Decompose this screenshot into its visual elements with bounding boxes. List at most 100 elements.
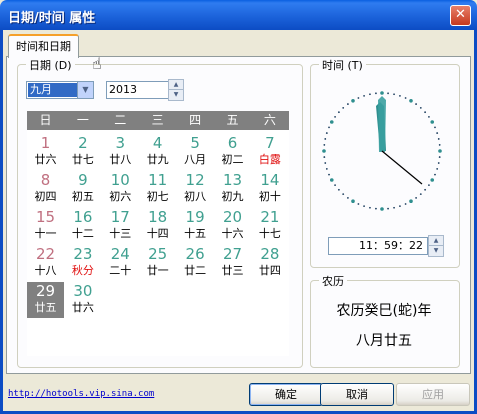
lunar-day: 白露 xyxy=(258,153,281,166)
day-number: 13 xyxy=(222,171,243,189)
calendar-day[interactable]: 25 廿一 xyxy=(139,245,176,281)
calendar-day[interactable]: 2 廿七 xyxy=(64,134,101,170)
year-input[interactable]: 2013 xyxy=(106,81,170,99)
spin-up-icon[interactable]: ▲ xyxy=(169,80,183,90)
clock-mark xyxy=(380,91,384,95)
calendar-day[interactable]: 19 十五 xyxy=(177,208,214,244)
clock-mark xyxy=(351,199,355,204)
spin-down-icon[interactable]: ▼ xyxy=(429,246,443,256)
calendar-day[interactable]: 26 廿二 xyxy=(177,245,214,281)
day-number: 9 xyxy=(78,171,88,189)
calendar-day[interactable]: 10 初六 xyxy=(102,171,139,207)
clock-mark xyxy=(347,197,349,199)
lunar-day: 十三 xyxy=(109,227,132,240)
clock-mark xyxy=(328,173,330,176)
calendar-day[interactable]: 17 十三 xyxy=(102,208,139,244)
tab-date-time[interactable]: 时间和日期 xyxy=(8,34,79,58)
calendar-day[interactable]: 29 廿五 xyxy=(27,282,64,318)
calendar-day[interactable]: 22 十八 xyxy=(27,245,64,281)
year-spinner[interactable]: ▲ ▼ xyxy=(168,79,184,101)
time-input[interactable]: 11：59：22 xyxy=(328,237,428,255)
clock-mark xyxy=(375,207,377,210)
lunar-day: 十二 xyxy=(71,227,94,240)
calendar-day[interactable]: 16 十二 xyxy=(64,208,101,244)
ok-button[interactable]: 确定 xyxy=(249,383,323,406)
calendar-day[interactable]: 18 十四 xyxy=(139,208,176,244)
day-number: 28 xyxy=(260,245,280,263)
calendar-grid: 1 廿六 2 廿七 3 廿八 4 廿九 5 八月 6 初二 7 白露 8 初四 9 初五 10 初六 11 初七 12 初八 1… xyxy=(27,130,289,356)
spin-down-icon[interactable]: ▼ xyxy=(169,90,183,100)
lunar-day: 廿三 xyxy=(221,264,244,277)
calendar-day[interactable]: 21 十七 xyxy=(251,208,288,244)
day-number: 5 xyxy=(190,134,200,152)
lunar-day: 二十 xyxy=(109,264,132,277)
calendar-day[interactable]: 15 十一 xyxy=(27,208,64,244)
day-number: 14 xyxy=(260,171,280,189)
calendar-day[interactable]: 30 廿六 xyxy=(64,282,101,318)
calendar-day[interactable]: 3 廿八 xyxy=(102,134,139,170)
lunar-day: 初八 xyxy=(184,190,207,203)
clock-mark xyxy=(399,205,401,208)
title-bar[interactable]: 日期/时间 属性 ✕ xyxy=(0,0,477,30)
clock-mark xyxy=(329,178,334,182)
clock-mark xyxy=(324,138,327,140)
calendar-day[interactable]: 14 初十 xyxy=(251,171,288,207)
clock-mark xyxy=(399,94,401,97)
lunar-day: 廿五 xyxy=(34,301,57,314)
clock-mark xyxy=(357,97,360,99)
calendar-day[interactable]: 24 二十 xyxy=(102,245,139,281)
weekday-label: 四 xyxy=(189,113,202,127)
calendar-day[interactable]: 13 初九 xyxy=(214,171,251,207)
cancel-button[interactable]: 取消 xyxy=(320,383,394,406)
clock-mark xyxy=(334,116,336,118)
calendar-day[interactable]: 27 廿三 xyxy=(214,245,251,281)
clock-mark xyxy=(438,149,442,153)
weekday-label: 一 xyxy=(76,113,89,127)
calendar-day[interactable]: 6 初二 xyxy=(214,134,251,170)
lunar-year: 农历癸巳(蛇)年 xyxy=(336,303,432,319)
close-button[interactable]: ✕ xyxy=(450,5,471,26)
weekday-label: 六 xyxy=(263,113,276,127)
clock-mark xyxy=(337,111,340,114)
calendar-day[interactable]: 7 白露 xyxy=(251,134,288,170)
clock-second-hand xyxy=(381,150,423,185)
calendar-day[interactable]: 9 初五 xyxy=(64,171,101,207)
day-number: 3 xyxy=(115,134,126,152)
calendar-day[interactable]: 1 廿六 xyxy=(27,134,64,170)
calendar-day[interactable]: 8 初四 xyxy=(27,171,64,207)
clock-mark xyxy=(351,98,355,103)
calendar-day[interactable]: 11 初七 xyxy=(139,171,176,207)
month-select[interactable]: 九月 ▼ xyxy=(26,81,94,99)
time-group-title: 时间 (T) xyxy=(319,57,366,73)
hand-cursor-icon: ☝ xyxy=(92,54,102,73)
lunar-day: 初七 xyxy=(146,190,169,203)
day-number: 22 xyxy=(35,245,56,263)
calendar-day[interactable]: 23 秋分 xyxy=(64,245,101,281)
clock-minute-hand xyxy=(378,96,386,152)
clock-mark xyxy=(409,98,413,103)
clock-mark xyxy=(409,199,413,204)
time-spinner[interactable]: ▲ ▼ xyxy=(428,235,444,257)
clock-mark xyxy=(324,162,327,164)
day-number: 10 xyxy=(110,171,130,189)
website-link[interactable]: http://hotools.vip.sina.com xyxy=(8,389,154,399)
calendar-day[interactable]: 28 廿四 xyxy=(251,245,288,281)
calendar-day[interactable]: 4 廿九 xyxy=(139,134,176,170)
chevron-down-icon[interactable]: ▼ xyxy=(77,82,93,98)
apply-button[interactable]: 应用 xyxy=(396,383,470,406)
spin-up-icon[interactable]: ▲ xyxy=(429,236,443,246)
day-number: 19 xyxy=(185,208,205,226)
clock-mark xyxy=(342,193,345,196)
clock-mark xyxy=(437,138,440,140)
day-number: 11 xyxy=(148,171,168,189)
calendar-day[interactable]: 12 初八 xyxy=(177,171,214,207)
clock-mark xyxy=(387,207,389,210)
clock-mark xyxy=(404,203,407,205)
lunar-day: 廿八 xyxy=(109,153,132,166)
clock-mark xyxy=(334,184,336,186)
clock-mark xyxy=(438,156,441,158)
calendar-day[interactable]: 20 十六 xyxy=(214,208,251,244)
clock-mark xyxy=(437,162,440,164)
calendar-day[interactable]: 5 八月 xyxy=(177,134,214,170)
day-number: 1 xyxy=(40,134,51,152)
